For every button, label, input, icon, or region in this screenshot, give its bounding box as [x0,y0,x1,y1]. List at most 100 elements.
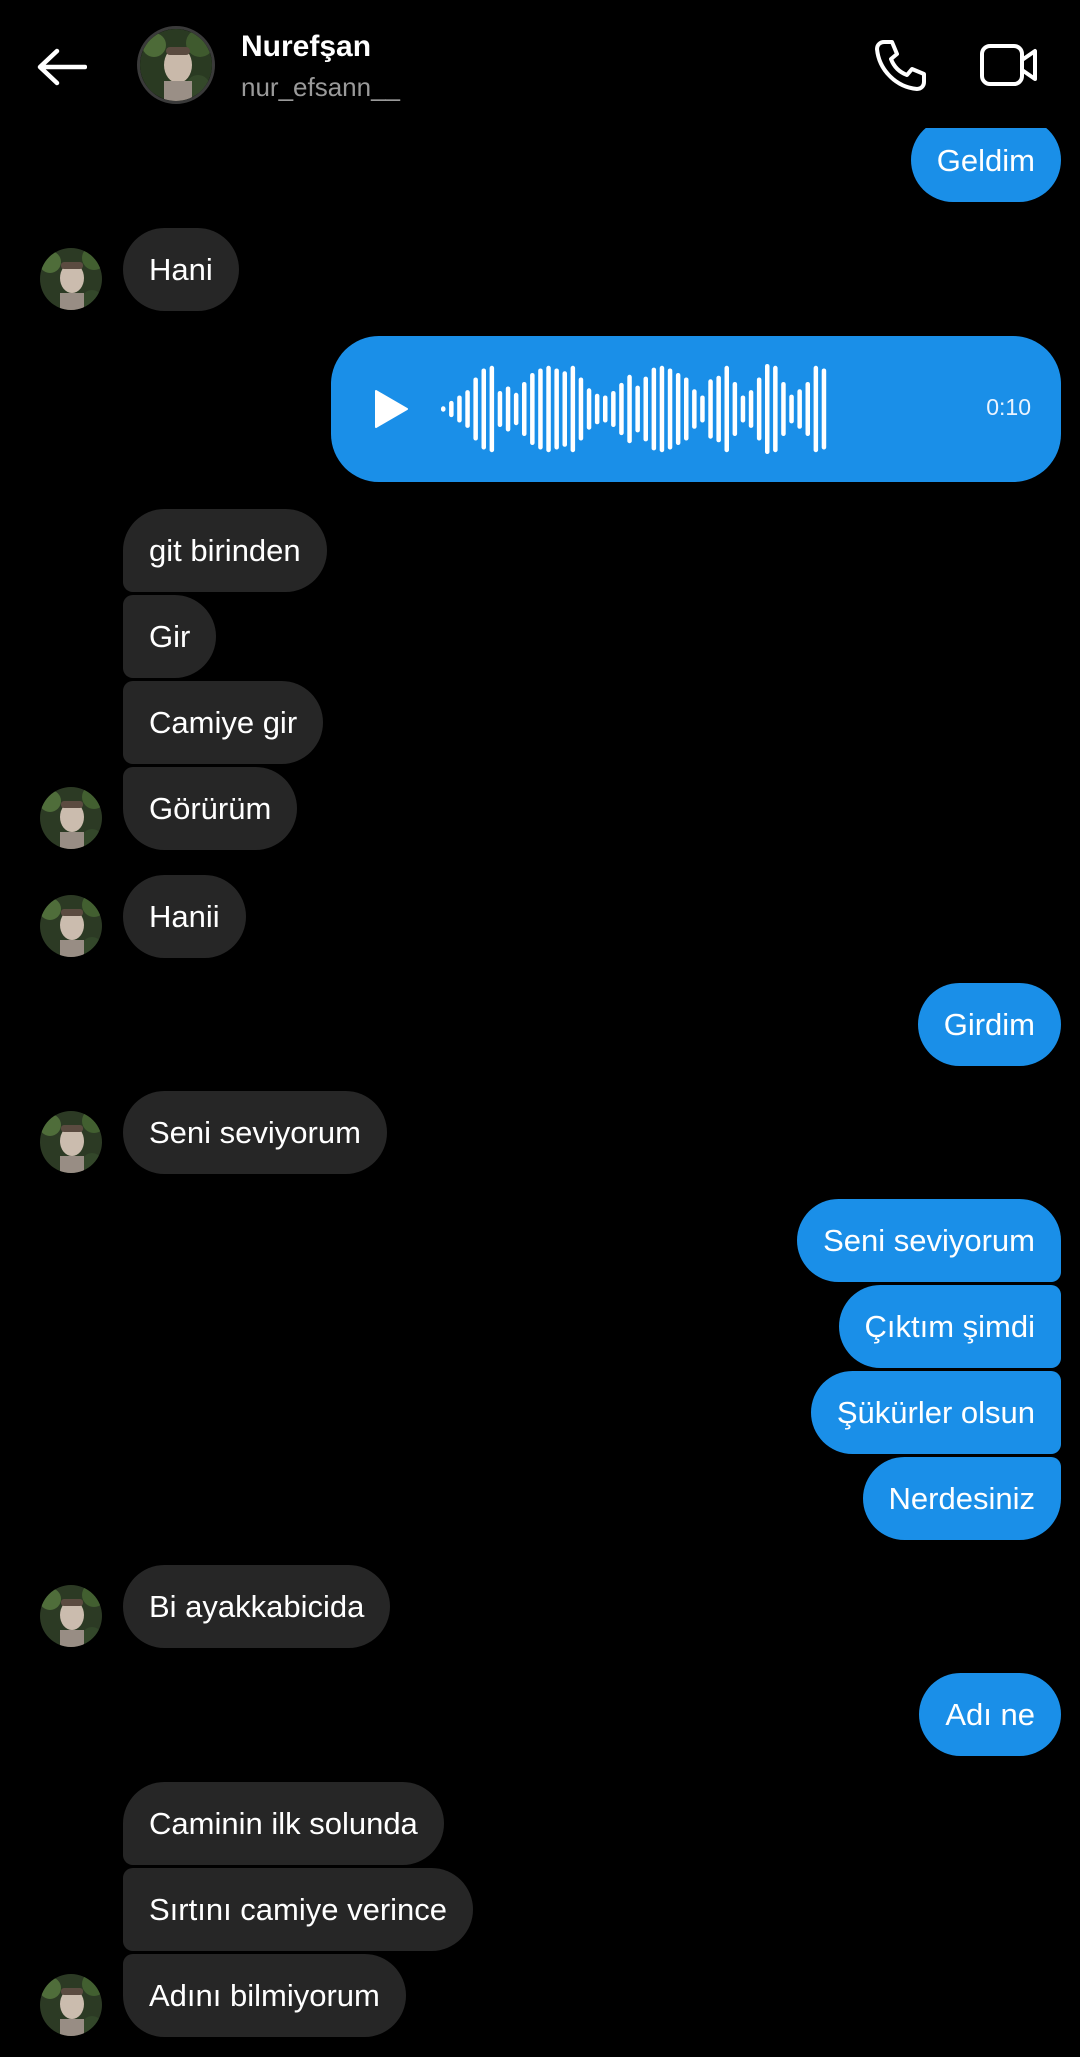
waveform-bar [716,375,721,443]
voice-message[interactable]: 0:10 [331,336,1061,482]
waveform-bar [675,373,681,445]
waveform-bar [659,365,665,453]
waveform-bar [473,377,478,441]
waveform-bar [748,390,754,428]
sender-avatar[interactable] [40,1111,102,1173]
message-incoming[interactable]: Adını bilmiyorum [123,1954,406,2037]
message-text: git birinden [149,533,301,568]
waveform-bar [805,382,810,436]
waveform-bar [667,368,673,450]
waveform-bar [441,406,446,412]
message-text: Nerdesiniz [888,1481,1035,1516]
waveform-bar [635,385,640,433]
waveform-bar [513,392,519,426]
waveform-bar [781,382,786,436]
waveform-bar [465,390,470,428]
message-incoming[interactable]: Camiye gir [123,681,324,764]
message-incoming[interactable]: Hani [123,228,239,311]
waveform-bar [797,389,802,429]
message-incoming[interactable]: Seni seviyorum [123,1091,387,1174]
contact-username: nur_efsann__ [241,72,401,102]
chat-header: Nurefşan nur_efsann__ [0,0,1080,128]
message-text: Bi ayakkabicida [149,1589,365,1624]
message-text: Hani [149,252,213,287]
message-text: Sırtını camiye verince [149,1892,448,1927]
message-outgoing[interactable]: Çıktım şimdi [838,1285,1061,1368]
waveform-bar [457,395,462,423]
message-outgoing[interactable]: Şükürler olsun [810,1371,1061,1454]
message-outgoing[interactable]: Geldim [910,118,1061,202]
sender-avatar[interactable] [40,895,102,957]
waveform-bar [813,365,819,453]
message-incoming[interactable]: Hanii [123,875,246,958]
waveform-bar [724,365,729,453]
message-text: Şükürler olsun [836,1395,1035,1430]
sender-avatar[interactable] [40,1974,102,2036]
message-incoming[interactable]: Gir [123,595,217,678]
waveform-bar [773,365,778,453]
message-outgoing[interactable]: Girdim [917,983,1061,1066]
message-text: Çıktım şimdi [864,1309,1036,1344]
waveform-bar [449,400,454,418]
waveform-bar [497,391,503,427]
message-text: Girdim [943,1007,1035,1042]
waveform-bar [627,374,632,444]
message-outgoing[interactable]: Adı ne [919,1673,1061,1756]
message-incoming[interactable]: Sırtını camiye verince [123,1868,474,1951]
message-text: Geldim [936,142,1035,178]
waveform-bar [570,365,576,453]
waveform-bar [765,364,770,454]
waveform-bar [546,365,551,453]
waveform-bar [740,395,746,423]
waveform-bar [489,365,495,453]
message-text: Caminin ilk solunda [149,1806,418,1841]
waveform-bar [789,394,794,424]
contact-name[interactable]: Nurefşan [241,30,371,64]
message-incoming[interactable]: Bi ayakkabicida [123,1565,391,1648]
waveform-bar [603,395,608,423]
waveform-bar [643,376,648,442]
phone-icon [875,40,926,91]
arrow-left-icon [37,48,87,86]
play-icon[interactable] [367,386,413,432]
back-button[interactable] [30,36,92,98]
voice-duration: 0:10 [986,394,1031,420]
waveform-bar [538,368,543,450]
waveform-bar [700,395,705,423]
waveform-bar [821,368,827,450]
video-camera-icon [980,44,1037,86]
waveform-bar [505,386,511,432]
waveform-bar [481,368,486,450]
waveform-bar [586,388,592,430]
message-incoming[interactable]: Caminin ilk solunda [123,1782,444,1865]
waveform-bar [732,382,738,436]
sender-avatar[interactable] [40,1585,102,1647]
message-text: Adını bilmiyorum [149,1978,380,2013]
video-call-button[interactable] [978,36,1040,96]
voice-waveform[interactable] [435,364,1080,454]
waveform-bar [554,368,559,450]
waveform-bar [522,382,527,436]
waveform-bar [684,377,689,441]
waveform-bar [611,391,616,427]
chat-screen: Nurefşan nur_efsann__ Geldim Hani 0:10 g… [0,0,1080,2057]
waveform-bar [562,371,567,447]
message-incoming[interactable]: Görürüm [123,767,298,850]
message-incoming[interactable]: git birinden [123,509,327,592]
message-text: Seni seviyorum [149,1115,361,1150]
message-text: Seni seviyorum [823,1223,1035,1258]
sender-avatar[interactable] [40,787,102,849]
waveform-bar [619,382,624,436]
message-text: Hanii [149,899,220,934]
waveform-bar [708,379,713,439]
contact-avatar[interactable] [137,26,215,104]
waveform-bar [692,389,697,429]
sender-avatar[interactable] [40,248,102,310]
message-text: Gir [149,619,191,654]
voice-call-button[interactable] [870,36,930,96]
message-outgoing[interactable]: Seni seviyorum [797,1199,1061,1282]
message-text: Görürüm [149,791,272,826]
waveform-bar [651,367,657,451]
message-outgoing[interactable]: Nerdesiniz [862,1457,1061,1540]
waveform-bar [756,377,762,441]
